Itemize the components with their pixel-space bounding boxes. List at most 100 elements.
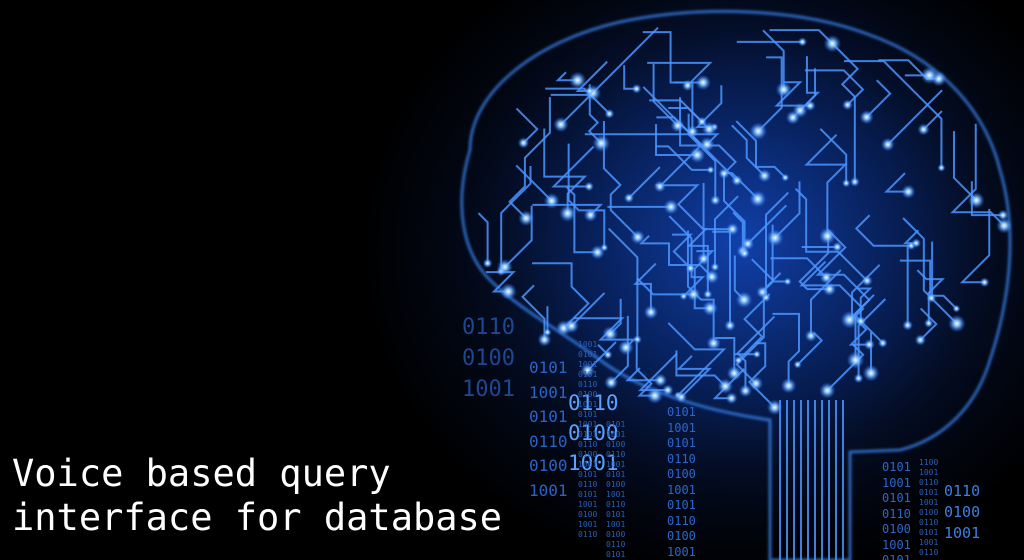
binary-text: 0100 [944,503,981,521]
circuit-node [623,192,635,204]
circuit-node [752,350,762,359]
circuit-node [585,86,595,96]
circuit-node [631,83,642,94]
binary-text: 0110 [578,530,598,539]
binary-text: 0110 [578,380,598,389]
circuit-node [937,163,946,172]
circuit-node [901,184,916,199]
binary-text: 1001 [606,430,626,439]
circuit-node [793,360,802,369]
circuit-node [880,137,895,152]
circuit-node [766,229,784,247]
binary-text: 1001 [578,500,598,509]
circuit-node [979,277,990,288]
binary-text: 0100 [529,456,568,475]
circuit-node [725,392,738,405]
circuit-node [840,310,859,329]
circuit-node [702,300,718,317]
binary-text: 1001 [606,490,626,499]
binary-text: 0110 [882,506,911,521]
circuit-node [726,365,742,381]
binary-text: 1001 [919,538,939,547]
circuit-node [818,227,836,245]
circuit-node [543,192,560,209]
binary-text: 0101 [919,528,939,537]
circuit-node [783,277,792,286]
circuit-node [823,34,842,53]
binary-text: 0101 [578,430,598,439]
circuit-node [584,181,594,192]
hero-banner: 0110 0100 1001 0101 1001 0101 0110 0100 … [0,0,1024,560]
binary-text: 0100 [667,467,696,481]
circuit-node [685,263,696,274]
circuit-node [997,209,1009,221]
circuit-node [846,351,865,369]
binary-text: 0101 [667,405,696,419]
circuit-node [863,339,875,351]
circuit-node [785,110,800,125]
circuit-node [553,116,569,133]
circuit-node [632,334,642,345]
circuit-node [646,387,664,404]
circuit-node [757,168,772,183]
binary-text: 0101 [882,553,911,560]
binary-text: 0110 [667,451,696,466]
binary-text: 1001 [606,520,626,529]
binary-text: 1001 [529,480,568,500]
circuit-node [731,174,743,187]
circuit-node [699,136,715,152]
binary-text: 0100 [606,440,626,449]
binary-column-mid-c: 0101 1001 0101 0110 0100 1001 0101 0110 … [667,405,696,560]
binary-text: 0101 [529,407,568,426]
circuit-node [726,222,739,236]
title-line-1: Voice based query [12,452,391,495]
binary-text: 0100 [606,480,626,489]
circuit-node [952,304,961,313]
circuit-node [924,318,934,328]
circuit-node [662,384,674,396]
binary-text: 1001 [578,420,598,429]
circuit-node [797,37,808,47]
binary-text: 0110 [578,440,598,449]
binary-text: 1001 [944,524,981,542]
circuit-node [819,270,833,285]
binary-text: 0100 [578,390,598,399]
circuit-node [718,167,730,180]
circuit-node [781,173,790,182]
binary-text: 0110 [606,450,626,459]
binary-text: 1001 [462,377,515,402]
circuit-node [704,269,720,284]
binary-text: 0110 [462,315,515,340]
circuit-node [902,319,914,331]
binary-column-small-2: 0101 1001 0100 0110 1001 0101 0100 1001 … [606,420,625,560]
binary-text: 0110 [919,518,939,527]
circuit-node [862,364,880,382]
binary-text: 0100 [919,508,939,517]
circuit-node [681,79,694,92]
circuit-node [756,285,769,299]
circuit-node [735,291,753,309]
circuit-node [696,116,708,127]
circuit-node [709,194,721,206]
binary-text: 1001 [578,340,598,349]
binary-column-right-c: 0110 0100 1001 [944,481,980,544]
binary-text: 0101 [578,350,598,359]
circuit-node [568,71,587,90]
circuit-node [618,339,634,356]
binary-text: 0100 [667,529,696,543]
circuit-node [734,356,743,365]
binary-text: 0110 [529,431,568,451]
circuit-node [775,81,792,98]
circuit-node [592,134,611,153]
binary-text: 0101 [578,490,598,499]
circuit-node [853,373,864,384]
circuit-node [948,314,966,333]
circuit-node [749,122,768,141]
circuit-node [686,287,701,302]
circuit-node [630,229,646,245]
binary-text: 1001 [578,360,598,369]
binary-text: 0101 [578,410,598,419]
binary-text: 0100 [882,522,911,536]
circuit-node [518,210,535,227]
binary-column-large: 0110 0100 1001 [462,312,515,405]
